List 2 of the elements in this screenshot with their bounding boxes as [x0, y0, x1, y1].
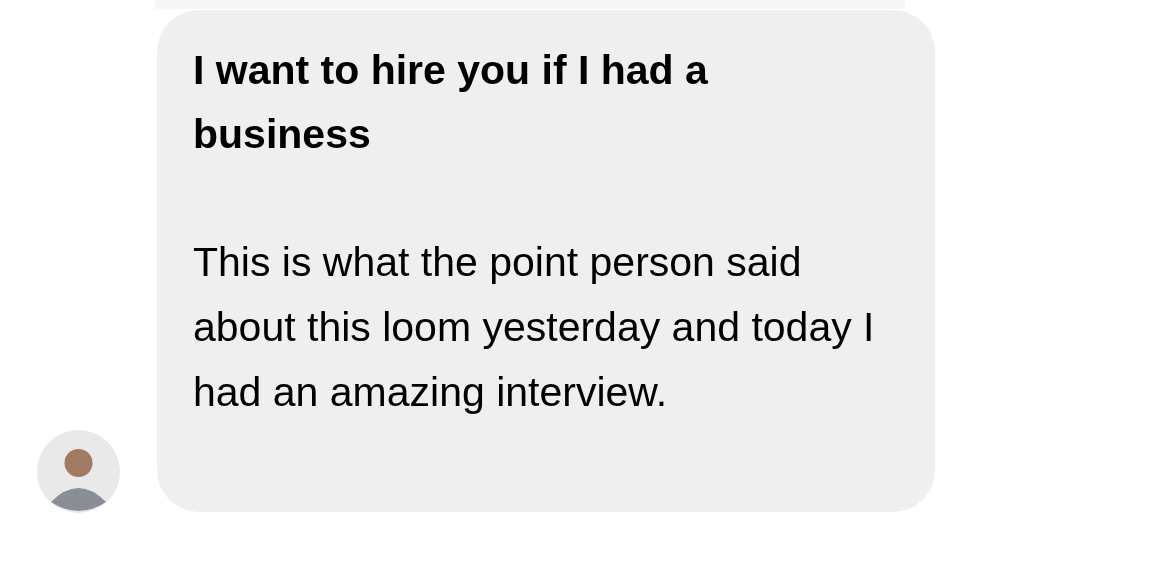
message-text: This is what the point person said about this loom yesterday and today I had an amazing interview.	[193, 238, 876, 417]
message-title: I want to hire you if I had a business	[193, 46, 709, 159]
